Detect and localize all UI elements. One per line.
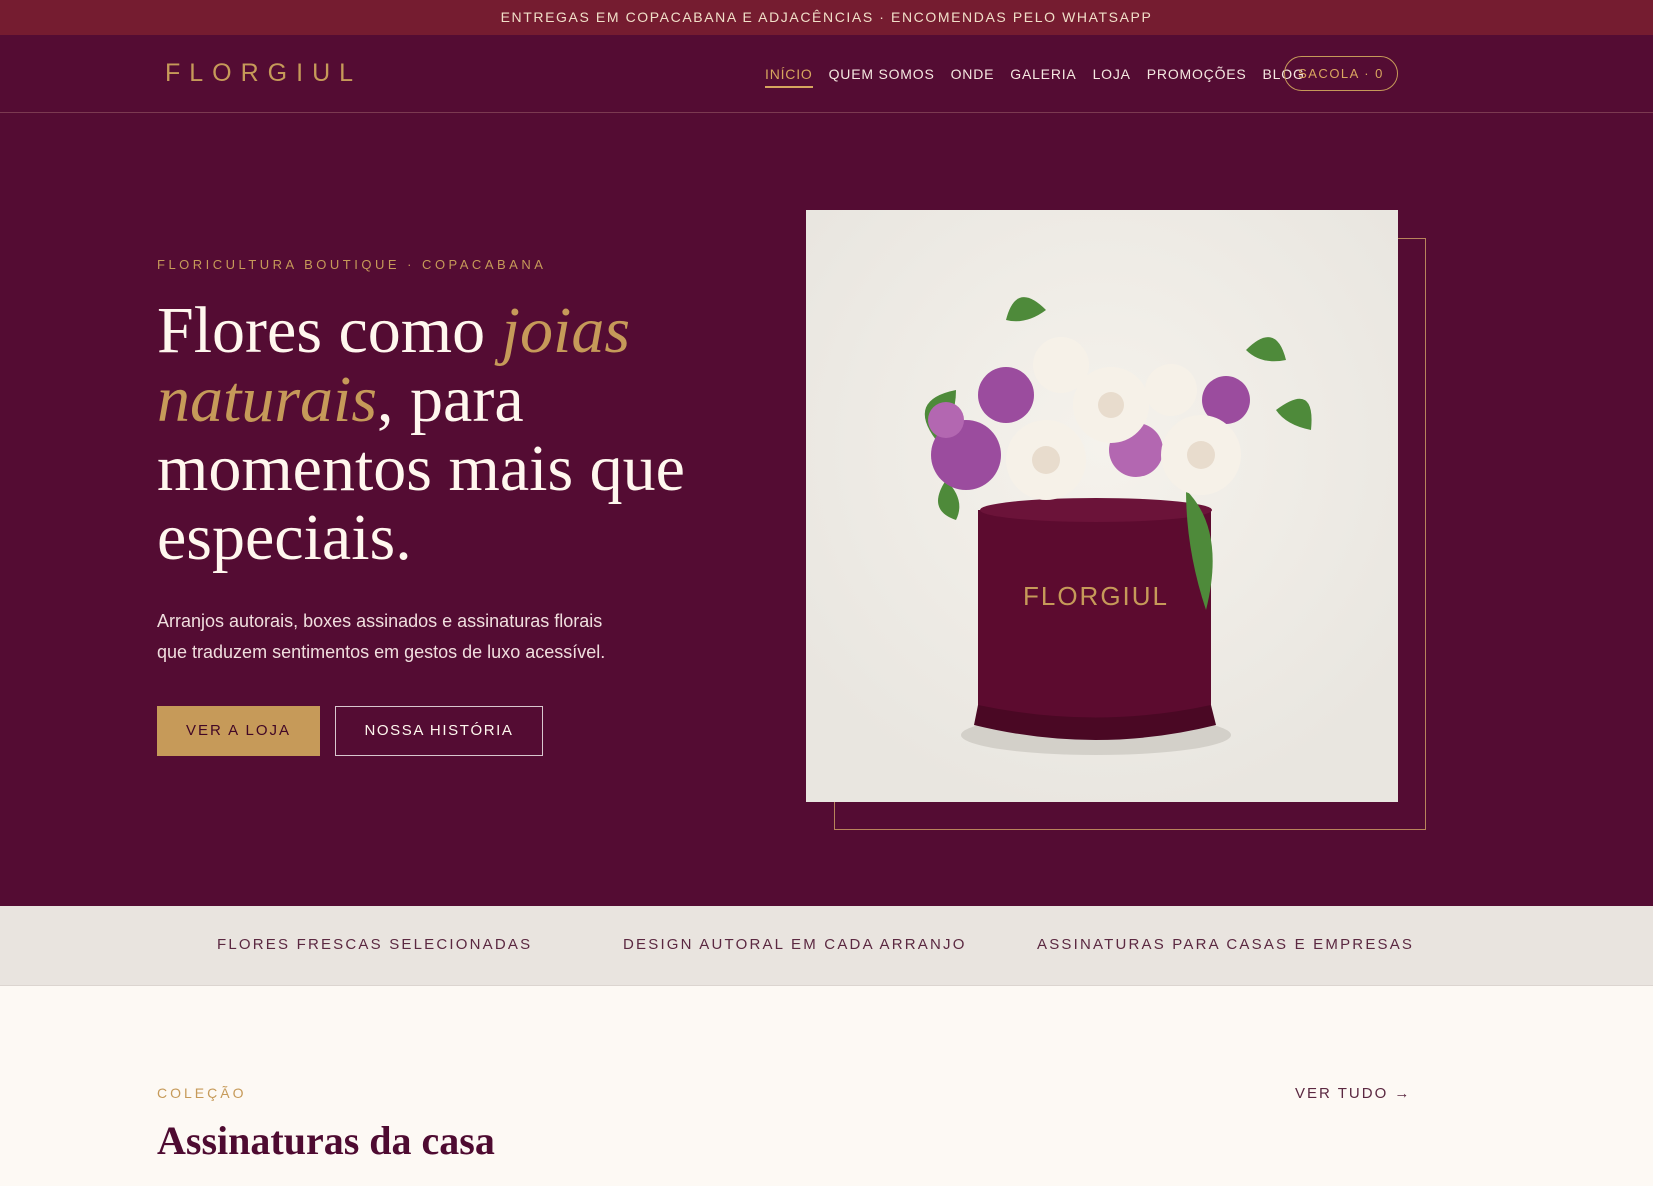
see-all-link[interactable]: VER TUDO → bbox=[1295, 1085, 1411, 1102]
nav-item-loja[interactable]: LOJA bbox=[1093, 66, 1131, 88]
flower-box-illustration: FLORGIUL bbox=[924, 297, 1312, 755]
hero-description: Arranjos autorais, boxes assinados e ass… bbox=[157, 611, 606, 662]
feature-subscriptions: ASSINATURAS PARA CASAS E EMPRESAS bbox=[1037, 936, 1415, 953]
headline-part-1: Flores como bbox=[157, 294, 502, 367]
collection-eyebrow: COLEÇÃO bbox=[157, 1085, 247, 1101]
main-navigation: FLORGIUL INÍCIO QUEM SOMOS ONDE GALERIA … bbox=[0, 35, 1653, 113]
hero-eyebrow: FLORICULTURA BOUTIQUE · COPACABANA bbox=[157, 257, 547, 272]
shop-button[interactable]: VER A LOJA bbox=[157, 706, 320, 756]
nav-item-promocoes[interactable]: PROMOÇÕES bbox=[1147, 66, 1247, 88]
nav-item-galeria[interactable]: GALERIA bbox=[1010, 66, 1076, 88]
hero-headline: Flores como joias naturais, para momento… bbox=[157, 296, 697, 572]
feature-fresh-flowers: FLORES FRESCAS SELECIONADAS bbox=[217, 936, 533, 953]
feature-authorial-design: DESIGN AUTORAL EM CADA ARRANJO bbox=[623, 936, 967, 953]
nav-item-onde[interactable]: ONDE bbox=[951, 66, 995, 88]
box-brand-label: FLORGIUL bbox=[1023, 581, 1169, 611]
our-story-button[interactable]: NOSSA HISTÓRIA bbox=[335, 706, 543, 756]
shopping-bag-button[interactable]: SACOLA · 0 bbox=[1284, 56, 1398, 91]
nav-item-quem-somos[interactable]: QUEM SOMOS bbox=[829, 66, 935, 88]
hero-flower-box-image: FLORGIUL bbox=[806, 210, 1398, 802]
brand-logo[interactable]: FLORGIUL bbox=[165, 59, 362, 88]
nav-menu: INÍCIO QUEM SOMOS ONDE GALERIA LOJA PROM… bbox=[765, 66, 1305, 88]
collection-title: Assinaturas da casa bbox=[157, 1118, 495, 1163]
hero-section: FLORICULTURA BOUTIQUE · COPACABANA Flore… bbox=[0, 113, 1653, 906]
features-strip: FLORES FRESCAS SELECIONADAS DESIGN AUTOR… bbox=[0, 906, 1653, 986]
announcement-bar: ENTREGAS EM COPACABANA E ADJACÊNCIAS · E… bbox=[0, 0, 1653, 35]
nav-item-inicio[interactable]: INÍCIO bbox=[765, 66, 813, 88]
